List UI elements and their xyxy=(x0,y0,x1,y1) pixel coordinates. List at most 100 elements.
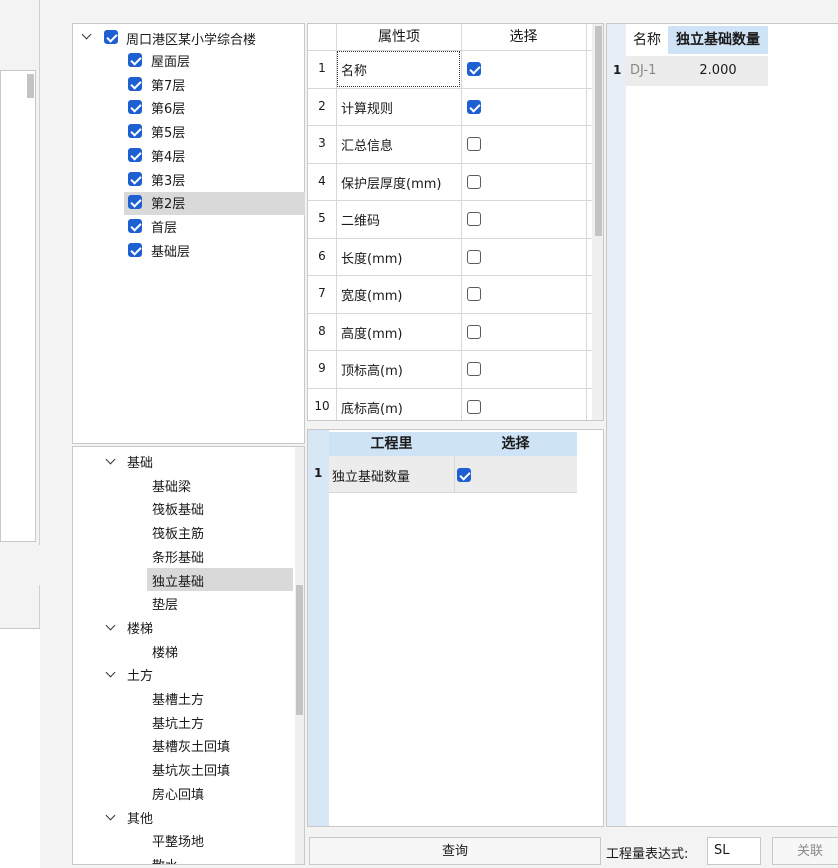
quantity-row-number: 1 xyxy=(314,466,323,480)
component-item-label[interactable]: 垫层 xyxy=(152,594,178,613)
attribute-table-panel: 属性项 选择 1 名称 2 计算规则 3 汇总信息 4 保护层厚度(mm) 5 二维码 6 长度(mm… xyxy=(307,23,604,421)
chevron-down-icon[interactable] xyxy=(105,810,116,820)
floor-item-label[interactable]: 首层 xyxy=(151,217,177,236)
component-scrollbar-thumb[interactable] xyxy=(296,585,303,715)
left-strip-bottom-inner xyxy=(0,628,40,868)
attr-row-divider xyxy=(308,200,593,201)
attr-row-name[interactable]: 保护层厚度(mm) xyxy=(341,173,441,192)
component-group-label[interactable]: 基础 xyxy=(127,452,153,471)
expr-input[interactable]: SL xyxy=(707,837,761,865)
component-group-label[interactable]: 土方 xyxy=(127,665,153,684)
floor-checkbox[interactable] xyxy=(128,171,142,186)
component-item-label[interactable]: 楼梯 xyxy=(152,642,178,661)
floor-item-label[interactable]: 第2层 xyxy=(151,193,185,212)
attr-select-checkbox[interactable] xyxy=(467,137,481,151)
attr-row-name[interactable]: 二维码 xyxy=(341,210,380,229)
component-item-label[interactable]: 基坑灰土回填 xyxy=(152,760,230,779)
floor-checkbox[interactable] xyxy=(128,147,142,162)
floor-item-label[interactable]: 第7层 xyxy=(151,75,185,94)
component-group-label[interactable]: 其他 xyxy=(127,808,153,827)
component-item-label[interactable]: 基坑土方 xyxy=(152,713,204,732)
chevron-down-icon[interactable] xyxy=(81,29,92,40)
component-item-label[interactable]: 基槽土方 xyxy=(152,689,204,708)
attr-row-number: 3 xyxy=(318,136,326,150)
result-header-name: 名称 xyxy=(626,26,668,54)
floor-checkbox[interactable] xyxy=(128,76,142,91)
attr-row-number: 9 xyxy=(318,361,326,375)
component-item-label[interactable]: 筏板基础 xyxy=(152,499,204,518)
result-row-value: 2.000 xyxy=(699,63,737,78)
floor-item-label[interactable]: 第4层 xyxy=(151,146,185,165)
floor-item-label[interactable]: 屋面层 xyxy=(151,51,190,70)
quantity-header-name: 工程里 xyxy=(329,432,454,456)
attr-select-checkbox[interactable] xyxy=(467,212,481,226)
attr-select-checkbox[interactable] xyxy=(467,62,481,76)
attr-row-divider xyxy=(308,125,593,126)
component-item-label[interactable]: 基槽灰土回填 xyxy=(152,736,230,755)
attr-row-divider xyxy=(308,237,593,239)
attr-row-divider xyxy=(308,387,593,389)
attr-header-select: 选择 xyxy=(461,26,586,48)
attr-row-divider xyxy=(308,87,593,89)
query-button[interactable]: 查询 xyxy=(309,837,601,865)
attr-row-divider xyxy=(308,275,593,276)
floor-checkbox[interactable] xyxy=(128,242,142,257)
component-item-label[interactable]: 房心回填 xyxy=(152,784,204,803)
floor-item-label[interactable]: 基础层 xyxy=(151,241,190,260)
focus-outline xyxy=(337,51,460,87)
attr-row-number: 10 xyxy=(314,398,330,413)
component-item-label[interactable]: 条形基础 xyxy=(152,547,204,566)
attr-row-name[interactable]: 顶标高(m) xyxy=(341,360,403,379)
floor-root-checkbox[interactable] xyxy=(104,30,118,44)
attr-row-name[interactable]: 计算规则 xyxy=(341,98,393,117)
result-header-value: 独立基础数量 xyxy=(668,26,768,54)
attr-select-checkbox[interactable] xyxy=(467,324,481,339)
component-item-label[interactable]: 平整场地 xyxy=(152,831,204,850)
floor-checkbox[interactable] xyxy=(128,218,142,233)
floor-item-label[interactable]: 第3层 xyxy=(151,170,185,189)
floor-item-label[interactable]: 第5层 xyxy=(151,122,185,141)
attr-row-name[interactable]: 汇总信息 xyxy=(341,135,393,154)
result-table-panel: 名称 独立基础数量 1 DJ-1 2.000 xyxy=(606,23,838,827)
component-item-label[interactable]: 筏板主筋 xyxy=(152,523,204,542)
component-item-label[interactable]: 散水 xyxy=(152,855,178,864)
attr-scrollbar-thumb[interactable] xyxy=(595,26,602,236)
quantity-select-checkbox[interactable] xyxy=(457,468,471,482)
floor-checkbox[interactable] xyxy=(128,195,142,210)
floor-checkbox[interactable] xyxy=(128,53,142,67)
result-row-name: DJ-1 xyxy=(630,63,657,78)
attr-row-name[interactable]: 底标高(m) xyxy=(341,398,403,417)
chevron-down-icon[interactable] xyxy=(105,454,116,465)
attr-row-divider xyxy=(308,350,593,351)
attr-row-name[interactable]: 高度(mm) xyxy=(341,323,402,342)
component-tree-panel: 基础 基础梁 筏板基础 筏板主筋 条形基础 独立基础 垫层 楼梯 楼梯 土方 基槽土方 基坑土方 基槽灰… xyxy=(72,446,305,865)
attr-row-number: 7 xyxy=(318,286,326,300)
attr-row-number: 8 xyxy=(318,323,326,338)
quantity-row-name: 独立基础数量 xyxy=(332,470,411,485)
floor-checkbox[interactable] xyxy=(128,124,142,139)
attr-select-checkbox[interactable] xyxy=(467,362,481,376)
attr-row-name[interactable]: 宽度(mm) xyxy=(341,285,402,304)
attr-row-name[interactable]: 长度(mm) xyxy=(341,248,402,267)
left-strip-scrollbar[interactable] xyxy=(27,74,34,98)
quantity-col-divider xyxy=(454,456,455,493)
attr-select-checkbox[interactable] xyxy=(467,249,481,264)
component-group-label[interactable]: 楼梯 xyxy=(127,618,153,637)
attr-row-divider xyxy=(308,312,593,314)
floor-item-label[interactable]: 第6层 xyxy=(151,98,185,117)
component-item-label[interactable]: 独立基础 xyxy=(152,571,204,590)
chevron-down-icon[interactable] xyxy=(105,667,116,678)
attr-select-checkbox[interactable] xyxy=(467,174,481,189)
expr-label: 工程量表达式: xyxy=(606,847,689,862)
attr-row-number: 1 xyxy=(318,61,326,75)
attr-select-checkbox[interactable] xyxy=(467,99,481,114)
attr-select-checkbox[interactable] xyxy=(467,399,481,414)
attr-select-checkbox[interactable] xyxy=(467,287,481,301)
floor-checkbox[interactable] xyxy=(128,100,142,115)
component-item-label[interactable]: 基础梁 xyxy=(152,476,191,495)
chevron-down-icon[interactable] xyxy=(105,620,116,631)
left-strip-top xyxy=(0,0,40,545)
quantity-rownum-column xyxy=(308,430,329,826)
link-button[interactable]: 关联 xyxy=(772,837,838,865)
attr-row-number: 2 xyxy=(318,98,326,113)
